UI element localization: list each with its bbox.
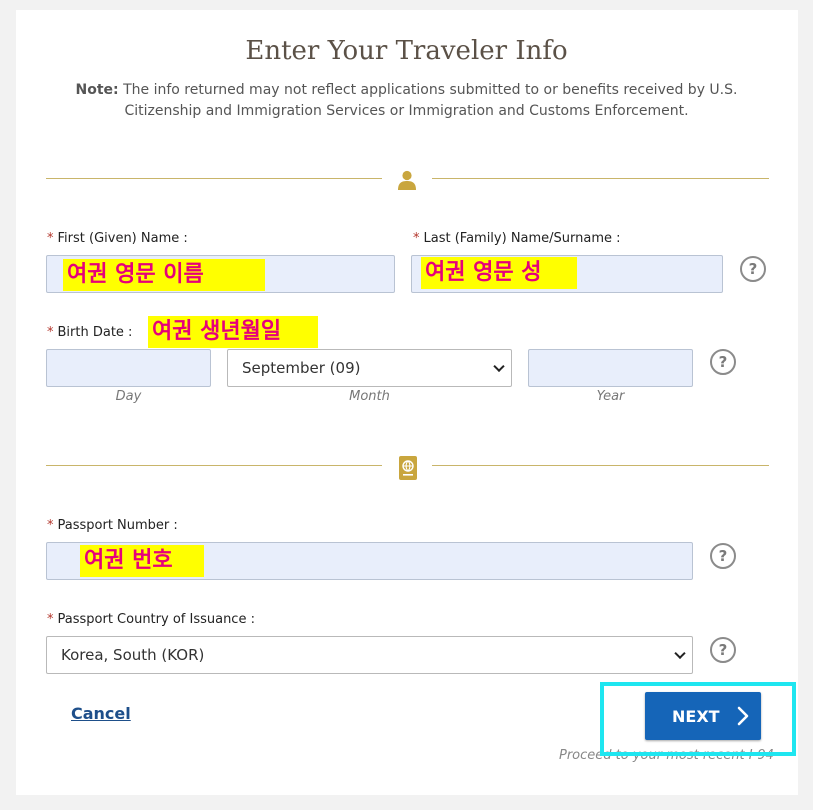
section-divider-left (46, 465, 382, 466)
passport-number-annotation: 여권 번호 (80, 545, 204, 577)
section-divider-right (432, 178, 769, 179)
next-highlight-box (600, 682, 796, 756)
required-marker: * (413, 231, 420, 246)
person-icon (398, 170, 416, 190)
required-marker: * (47, 231, 54, 246)
note-text: The info returned may not reflect applic… (118, 82, 738, 119)
passport-number-label: * Passport Number : (47, 518, 178, 533)
last-name-label: * Last (Family) Name/Surname : (413, 231, 621, 246)
day-caption: Day (115, 389, 142, 404)
birth-month-select[interactable]: September (09) (227, 349, 512, 387)
passport-country-value: Korea, South (KOR) (61, 646, 205, 664)
last-name-annotation: 여권 영문 성 (421, 257, 577, 289)
month-caption: Month (349, 389, 390, 404)
first-name-label: * First (Given) Name : (47, 231, 188, 246)
birth-day-input[interactable] (46, 349, 211, 387)
birth-month-value: September (09) (242, 359, 361, 377)
section-divider-right (432, 465, 769, 466)
required-marker: * (47, 518, 54, 533)
cancel-link[interactable]: Cancel (71, 704, 131, 723)
birth-date-annotation: 여권 생년월일 (148, 316, 318, 348)
help-icon[interactable]: ? (710, 349, 736, 375)
help-icon[interactable]: ? (740, 256, 766, 282)
birth-year-input[interactable] (528, 349, 693, 387)
first-name-annotation: 여권 영문 이름 (63, 259, 265, 291)
help-icon[interactable]: ? (710, 543, 736, 569)
required-marker: * (47, 612, 54, 627)
birth-date-label: * Birth Date : (47, 325, 133, 340)
chevron-down-icon (674, 647, 686, 660)
passport-icon (399, 456, 417, 480)
page-title: Enter Your Traveler Info (245, 36, 568, 66)
chevron-down-icon (493, 360, 505, 373)
passport-country-label: * Passport Country of Issuance : (47, 612, 255, 627)
passport-country-select[interactable]: Korea, South (KOR) (46, 636, 693, 674)
section-divider-left (46, 178, 382, 179)
help-icon[interactable]: ? (710, 637, 736, 663)
page-note: Note: The info returned may not reflect … (70, 80, 743, 122)
year-caption: Year (596, 389, 625, 404)
required-marker: * (47, 325, 54, 340)
note-label: Note: (75, 82, 119, 98)
